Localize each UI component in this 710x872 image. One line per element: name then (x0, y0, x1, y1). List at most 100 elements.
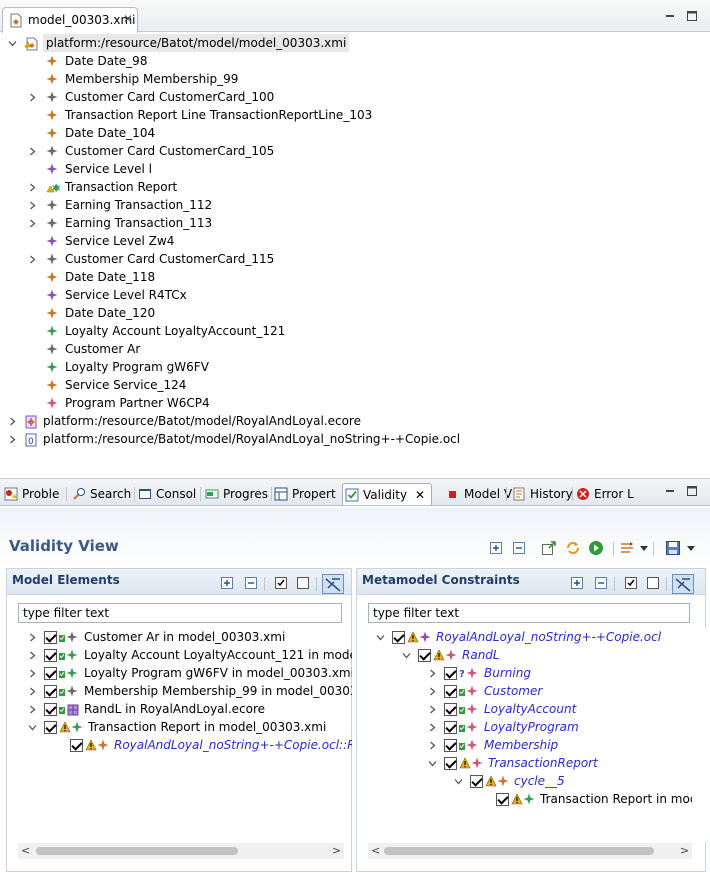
chevron-down-icon[interactable] (428, 759, 437, 767)
tree-item-platform-resource-batot-model-royalandlo[interactable]: 0 platform:/resource/Batot/model/RoyalAnd… (0, 430, 700, 448)
validity-checkbox[interactable] (70, 739, 83, 752)
model-elements-filter-input[interactable]: type filter text (18, 603, 342, 623)
validity-checkbox[interactable] (496, 793, 509, 806)
collapse-all-icon[interactable] (512, 541, 526, 555)
tab-consol[interactable]: Consol (136, 483, 198, 505)
expand-all-icon[interactable] (220, 576, 234, 590)
chevron-right-icon[interactable] (28, 669, 36, 678)
validity-row-customer[interactable]: Customer (356, 682, 692, 700)
tree-item-program-partner-w6cp4[interactable]: Program Partner W6CP4 (0, 394, 700, 412)
validity-row-royalandloyal-nostring-copie-ocl-rand[interactable]: RoyalAndLoyal_noString+-+Copie.ocl::Rand (0, 736, 352, 754)
tab-error-l[interactable]: Error L (574, 483, 636, 505)
chevron-right-icon[interactable] (28, 705, 36, 714)
filter-icon[interactable] (619, 540, 635, 556)
tab-search[interactable]: Search (70, 483, 132, 505)
validity-row-loyaltyaccount[interactable]: LoyaltyAccount (356, 700, 692, 718)
expand-all-icon[interactable] (570, 576, 584, 590)
scroll-left-icon[interactable]: < (21, 844, 30, 857)
export-icon[interactable] (541, 540, 557, 556)
validity-row-transaction-report-in-model-00303-xmi[interactable]: Transaction Report in model_00303.xmi (0, 718, 352, 736)
validity-row-loyaltyprogram[interactable]: LoyaltyProgram (356, 718, 692, 736)
tree-item-customer-card-customercard-105[interactable]: Customer Card CustomerCard_105 (0, 142, 700, 160)
save-icon[interactable] (665, 540, 681, 556)
validity-checkbox[interactable] (444, 667, 457, 680)
tab-history[interactable]: History (510, 483, 573, 505)
chevron-down-icon[interactable] (402, 651, 411, 659)
check-all-icon[interactable] (274, 576, 288, 590)
maximize-view-icon[interactable] (686, 485, 700, 499)
tab-model-v[interactable]: Model V (444, 483, 512, 505)
chevron-right-icon[interactable] (428, 687, 436, 696)
chevron-right-icon[interactable] (428, 741, 436, 750)
chevron-right-icon[interactable] (28, 147, 36, 156)
constraints-scrollbar[interactable]: < > (368, 843, 692, 859)
tree-item-transaction-report-line-transactionrepor[interactable]: Transaction Report Line TransactionRepor… (0, 106, 700, 124)
check-all-icon[interactable] (624, 576, 638, 590)
tree-item-membership-membership-99[interactable]: Membership Membership_99 (0, 70, 700, 88)
validity-row-royalandloyal-nostring-copie-ocl[interactable]: RoyalAndLoyal_noString+-+Copie.ocl (356, 628, 692, 646)
maximize-icon[interactable] (686, 10, 700, 24)
chevron-right-icon[interactable] (28, 633, 36, 642)
uncheck-all-icon[interactable] (646, 576, 660, 590)
validity-checkbox[interactable] (444, 721, 457, 734)
chevron-right-icon[interactable] (28, 255, 36, 264)
tree-item-date-date-104[interactable]: Date Date_104 (0, 124, 700, 142)
tree-item-service-level-r4tcx[interactable]: Service Level R4TCx (0, 286, 700, 304)
tree-item-platform-resource-batot-model-royalandlo[interactable]: platform:/resource/Batot/model/RoyalAndL… (0, 412, 700, 430)
chevron-down-icon[interactable] (376, 633, 385, 641)
tree-item-customer-card-customercard-115[interactable]: Customer Card CustomerCard_115 (0, 250, 700, 268)
filter-toggle-icon[interactable] (672, 574, 694, 594)
validity-row-transactionreport[interactable]: TransactionReport (356, 754, 692, 772)
chevron-right-icon[interactable] (28, 687, 36, 696)
tab-validity[interactable]: Validity ✕ (342, 483, 432, 505)
validity-checkbox[interactable] (392, 631, 405, 644)
expand-all-icon[interactable] (489, 541, 503, 555)
constraints-filter-input[interactable]: type filter text (368, 603, 690, 623)
tree-item-customer-card-customercard-100[interactable]: Customer Card CustomerCard_100 (0, 88, 700, 106)
chevron-right-icon[interactable] (28, 201, 36, 210)
validity-row-randl[interactable]: RandL (356, 646, 692, 664)
chevron-right-icon[interactable] (428, 669, 436, 678)
close-icon[interactable]: ✕ (415, 484, 425, 506)
validity-checkbox[interactable] (444, 739, 457, 752)
validity-row-cycle-5[interactable]: cycle__5 (356, 772, 692, 790)
minimize-view-icon[interactable] (664, 485, 678, 499)
tree-item-service-service-124[interactable]: Service Service_124 (0, 376, 700, 394)
close-icon[interactable]: ✕ (123, 12, 133, 26)
chevron-right-icon[interactable] (428, 723, 436, 732)
validity-checkbox[interactable] (44, 721, 57, 734)
scroll-left-icon[interactable]: < (371, 844, 380, 857)
validity-checkbox[interactable] (444, 685, 457, 698)
validity-row-membership[interactable]: Membership (356, 736, 692, 754)
uncheck-all-icon[interactable] (296, 576, 310, 590)
validity-row-loyalty-program-gw6fv-in-model-00303-xmi[interactable]: Loyalty Program gW6FV in model_00303.xmi (0, 664, 352, 682)
validity-checkbox[interactable] (470, 775, 483, 788)
scrollbar-thumb[interactable] (384, 847, 654, 855)
tree-item-service-level-l[interactable]: Service Level l (0, 160, 700, 178)
tree-item-platform-resource-batot-model-model-0030[interactable]: platform:/resource/Batot/model/model_003… (0, 34, 700, 52)
editor-tab-model[interactable]: model_00303.xmi ✕ (2, 7, 138, 33)
validity-checkbox[interactable] (444, 703, 457, 716)
scrollbar-thumb[interactable] (36, 847, 238, 855)
scroll-right-icon[interactable]: > (680, 844, 689, 857)
validity-checkbox[interactable] (44, 703, 57, 716)
tree-item-loyalty-account-loyaltyaccount-121[interactable]: Loyalty Account LoyaltyAccount_121 (0, 322, 700, 340)
tree-item-service-level-zw4[interactable]: Service Level Zw4 (0, 232, 700, 250)
model-elements-scrollbar[interactable]: < > (18, 843, 344, 859)
tab-progres[interactable]: Progres (203, 483, 269, 505)
tree-item-date-date-118[interactable]: Date Date_118 (0, 268, 700, 286)
tab-propert[interactable]: Propert (272, 483, 338, 505)
validity-checkbox[interactable] (44, 667, 57, 680)
chevron-right-icon[interactable] (28, 183, 36, 192)
validity-checkbox[interactable] (44, 649, 57, 662)
validity-checkbox[interactable] (418, 649, 431, 662)
chevron-right-icon[interactable] (8, 435, 16, 444)
chevron-right-icon[interactable] (8, 417, 16, 426)
validity-row-transaction-report-in-mod[interactable]: Transaction Report in mod (356, 790, 692, 808)
scroll-right-icon[interactable]: > (332, 844, 341, 857)
tree-item-customer-ar[interactable]: Customer Ar (0, 340, 700, 358)
chevron-right-icon[interactable] (28, 651, 36, 660)
minimize-icon[interactable] (664, 10, 678, 24)
tree-item-loyalty-program-gw6fv[interactable]: Loyalty Program gW6FV (0, 358, 700, 376)
validity-row-membership-membership-99-in-model-00303-[interactable]: Membership Membership_99 in model_00303.… (0, 682, 352, 700)
